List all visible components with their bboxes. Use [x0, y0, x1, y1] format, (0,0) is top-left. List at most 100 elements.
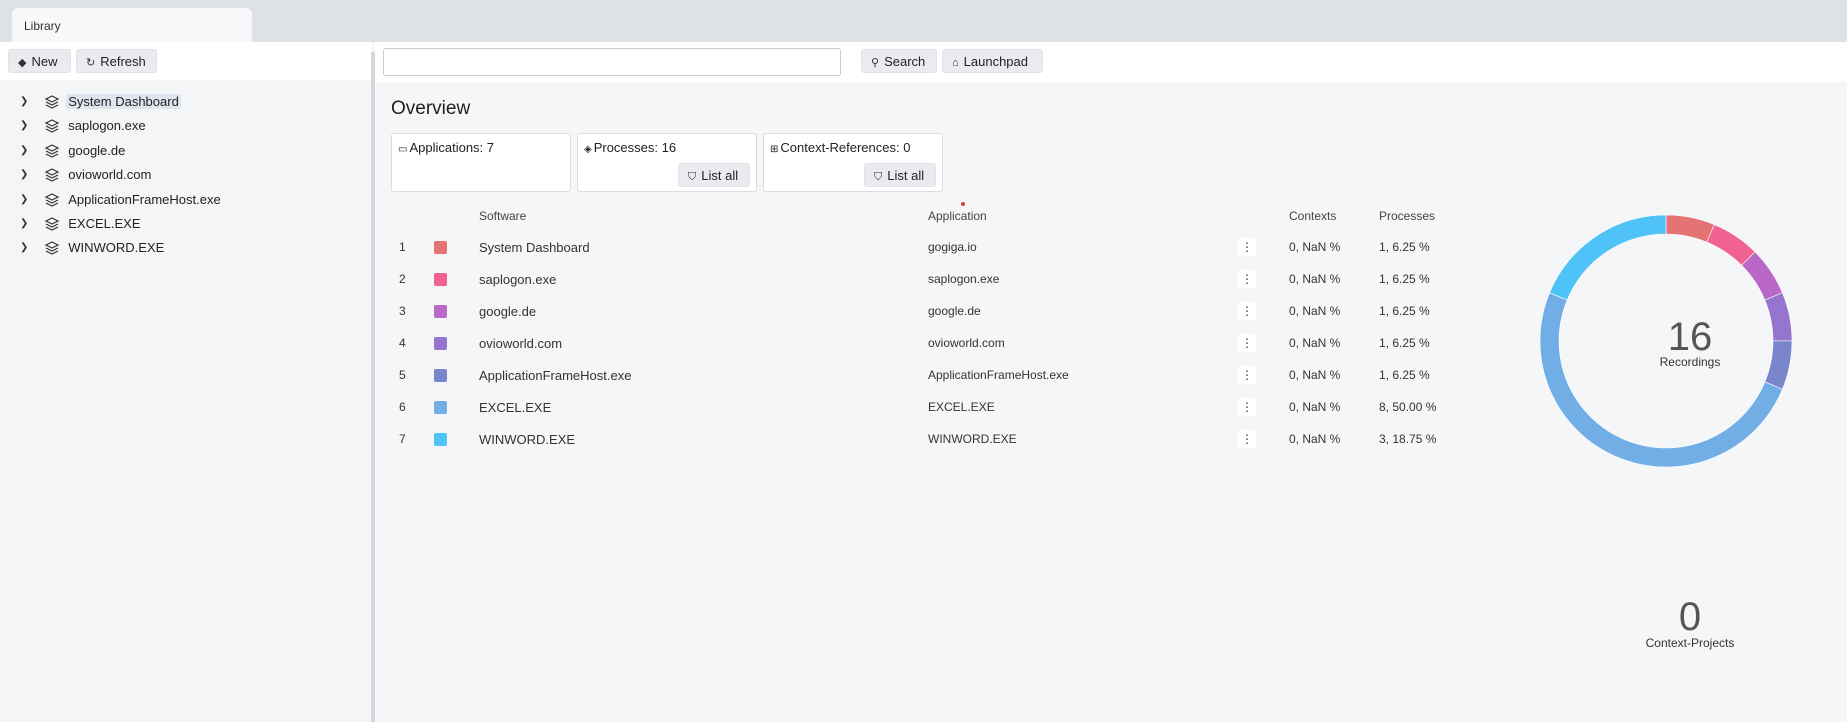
table-row[interactable]: 6 EXCEL.EXE EXCEL.EXE ⋮ 0, NaN % 8, 50.00 %: [375, 394, 1436, 421]
header-contexts[interactable]: Contexts: [1289, 209, 1336, 223]
row-index: 3: [399, 304, 406, 318]
layers-icon: [44, 240, 59, 255]
row-index: 7: [399, 432, 406, 446]
processes-cell: 8, 50.00 %: [1379, 400, 1437, 414]
layers-icon: [44, 94, 59, 109]
refresh-button[interactable]: ↻ Refresh: [76, 49, 157, 73]
chevron-right-icon[interactable]: ❯: [20, 237, 34, 259]
header-software[interactable]: Software: [479, 209, 526, 223]
processes-cell: 1, 6.25 %: [1379, 368, 1430, 382]
tree-item-saplogon[interactable]: ❯ saplogon.exe: [20, 114, 148, 136]
contexts-cell: 0, NaN %: [1289, 304, 1341, 318]
tree-item-label: saplogon.exe: [68, 117, 146, 133]
main-toolbar: ⚲ Search ⌂ Launchpad: [375, 42, 1847, 82]
chevron-right-icon[interactable]: ❯: [20, 115, 34, 137]
application-cell: ovioworld.com: [928, 336, 1005, 350]
donut-slice[interactable]: [1549, 214, 1667, 301]
tree-item-excel[interactable]: ❯ EXCEL.EXE: [20, 212, 143, 234]
refresh-icon: ↻: [86, 57, 96, 69]
header-application[interactable]: Application: [928, 209, 987, 223]
processes-list-all-button[interactable]: ⛉ List all: [678, 163, 750, 187]
layers-icon: [44, 216, 59, 231]
color-swatch: [434, 241, 447, 254]
recordings-donut-chart: [1539, 214, 1793, 468]
software-cell: saplogon.exe: [479, 272, 557, 287]
context-projects-count: 0: [1678, 595, 1702, 639]
filter-icon: ⛉: [688, 171, 697, 183]
tree-item-ovioworld[interactable]: ❯ ovioworld.com: [20, 163, 153, 185]
tree-item-applicationframehost[interactable]: ❯ ApplicationFrameHost.exe: [20, 188, 223, 210]
tree-item-label: google.de: [68, 142, 126, 158]
tree-item-label: EXCEL.EXE: [68, 215, 141, 231]
color-swatch: [434, 401, 447, 414]
software-cell: WINWORD.EXE: [479, 432, 576, 447]
tree-item-winword[interactable]: ❯ WINWORD.EXE: [20, 236, 166, 258]
tree-item-system-dashboard[interactable]: ❯ System Dashboard: [20, 90, 181, 112]
tab-bar: Library: [0, 0, 1847, 42]
software-cell: System Dashboard: [479, 240, 590, 255]
more-options-icon[interactable]: ⋮: [1238, 334, 1256, 352]
table-row[interactable]: 3 google.de google.de ⋮ 0, NaN % 1, 6.25 %: [375, 298, 1430, 325]
donut-slice[interactable]: [1539, 292, 1783, 468]
color-swatch: [434, 305, 447, 318]
more-options-icon[interactable]: ⋮: [1238, 238, 1256, 256]
table-row[interactable]: 5 ApplicationFrameHost.exe ApplicationFram…: [375, 362, 1430, 389]
color-swatch: [434, 369, 447, 382]
table-row[interactable]: 1 System Dashboard gogiga.io ⋮ 0, NaN % 1, 6.…: [375, 234, 1430, 261]
more-options-icon[interactable]: ⋮: [1238, 366, 1256, 384]
more-options-icon[interactable]: ⋮: [1238, 302, 1256, 320]
context-projects-label: Context-Projects: [1645, 636, 1735, 650]
application-cell: WINWORD.EXE: [928, 432, 1017, 446]
contexts-cell: 0, NaN %: [1289, 240, 1341, 254]
search-icon: ⚲: [871, 57, 880, 69]
tab-library[interactable]: Library: [12, 8, 252, 42]
layers-icon: [44, 192, 59, 207]
chevron-right-icon[interactable]: ❯: [20, 189, 34, 211]
donut-slice[interactable]: [1741, 251, 1783, 301]
filter-icon: ⛉: [874, 171, 883, 183]
search-input[interactable]: [383, 48, 841, 76]
processes-card: ◈ Processes: 16 ⛉ List all: [577, 133, 757, 192]
window-icon: ▭: [398, 144, 408, 155]
chevron-right-icon[interactable]: ❯: [20, 164, 34, 186]
tree-item-google[interactable]: ❯ google.de: [20, 139, 127, 161]
more-options-icon[interactable]: ⋮: [1238, 270, 1256, 288]
table-row[interactable]: 4 ovioworld.com ovioworld.com ⋮ 0, NaN % 1, 6…: [375, 330, 1430, 357]
chevron-right-icon[interactable]: ❯: [20, 140, 34, 162]
chevron-right-icon[interactable]: ❯: [20, 91, 34, 113]
table-row[interactable]: 7 WINWORD.EXE WINWORD.EXE ⋮ 0, NaN % 3, 18.75…: [375, 426, 1436, 453]
new-button[interactable]: ◆ New: [8, 49, 71, 73]
application-cell: gogiga.io: [928, 240, 977, 254]
processes-cell: 1, 6.25 %: [1379, 336, 1430, 350]
donut-slice[interactable]: [1665, 214, 1715, 243]
donut-slice[interactable]: [1764, 340, 1793, 390]
color-swatch: [434, 273, 447, 286]
new-layers-icon: ◆: [18, 57, 27, 69]
page-title: Overview: [391, 98, 471, 119]
launchpad-button[interactable]: ⌂ Launchpad: [942, 49, 1043, 73]
contexts-cell: 0, NaN %: [1289, 432, 1341, 446]
table-row[interactable]: 2 saplogon.exe saplogon.exe ⋮ 0, NaN % 1, 6.2…: [375, 266, 1430, 293]
chevron-right-icon[interactable]: ❯: [20, 213, 34, 235]
processes-cell: 1, 6.25 %: [1379, 272, 1430, 286]
row-index: 2: [399, 272, 406, 286]
context-list-all-button[interactable]: ⛉ List all: [864, 163, 936, 187]
row-index: 4: [399, 336, 406, 350]
application-cell: EXCEL.EXE: [928, 400, 995, 414]
row-index: 5: [399, 368, 406, 382]
search-button[interactable]: ⚲ Search: [861, 49, 937, 73]
contexts-cell: 0, NaN %: [1289, 368, 1341, 382]
more-options-icon[interactable]: ⋮: [1238, 430, 1256, 448]
software-cell: google.de: [479, 304, 537, 319]
tree-item-label: ovioworld.com: [68, 166, 152, 182]
donut-slice[interactable]: [1764, 292, 1793, 342]
more-options-icon[interactable]: ⋮: [1238, 398, 1256, 416]
hierarchy-icon: ⊞: [770, 144, 779, 155]
contexts-cell: 0, NaN %: [1289, 272, 1341, 286]
software-cell: ovioworld.com: [479, 336, 563, 351]
header-processes[interactable]: Processes: [1379, 209, 1435, 223]
row-index: 1: [399, 240, 406, 254]
tree-item-label: WINWORD.EXE: [68, 239, 165, 255]
processes-cell: 1, 6.25 %: [1379, 240, 1430, 254]
tree-item-label: ApplicationFrameHost.exe: [68, 191, 221, 207]
